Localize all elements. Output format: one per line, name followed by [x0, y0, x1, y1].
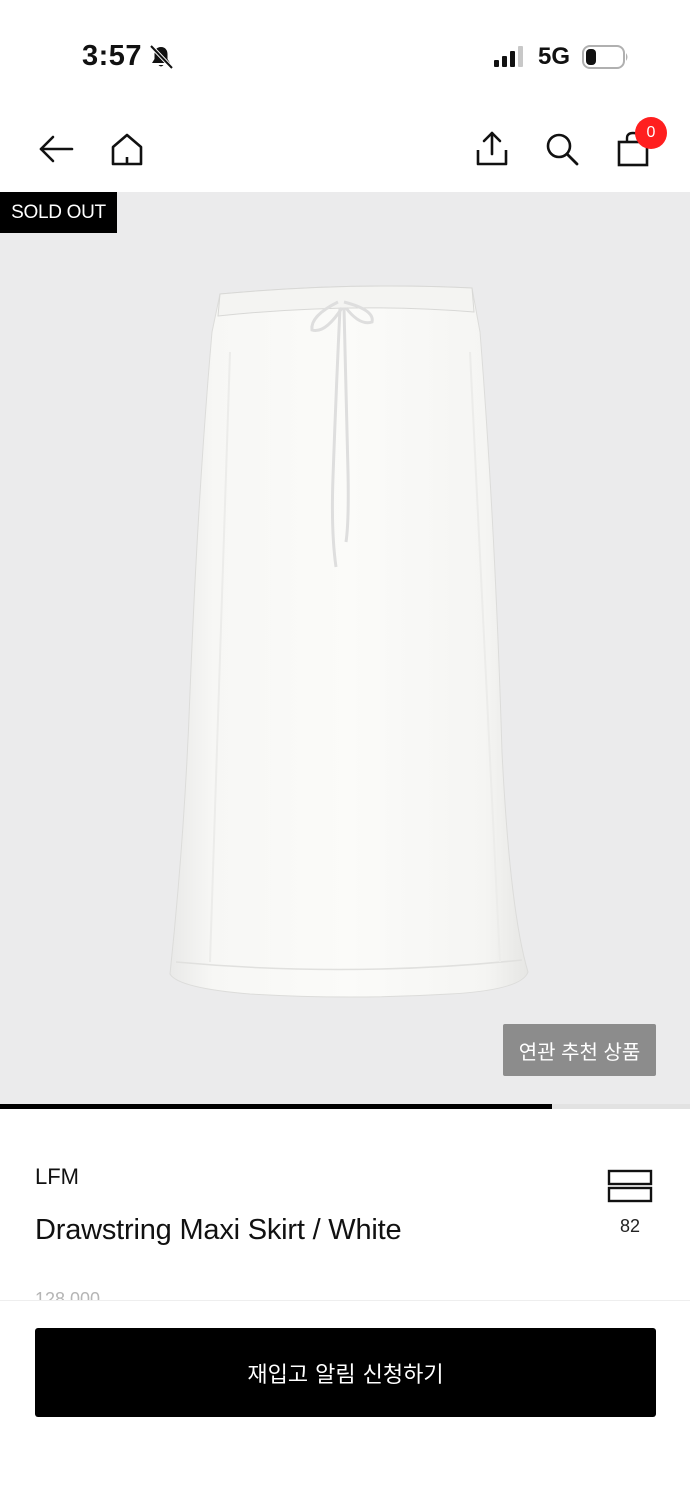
arrow-left-icon — [39, 135, 74, 163]
restock-alert-button[interactable]: 재입고 알림 신청하기 — [35, 1328, 656, 1417]
home-icon — [111, 133, 143, 166]
brand-name[interactable]: LFM — [35, 1164, 79, 1190]
back-button[interactable] — [32, 125, 80, 173]
share-icon — [476, 131, 508, 166]
gallery-progress-bar — [0, 1104, 690, 1109]
wishlist-count: 82 — [619, 1216, 641, 1236]
bell-muted-icon — [149, 44, 174, 70]
search-button[interactable] — [538, 125, 586, 173]
sold-out-badge: SOLD OUT — [0, 192, 117, 233]
nav-bar — [0, 110, 690, 192]
cart-count-badge: 0 — [635, 117, 667, 149]
wishlist-stack-icon[interactable] — [607, 1169, 653, 1203]
bottom-action-bar: 재입고 알림 신청하기 — [0, 1300, 690, 1500]
gallery-progress-fill — [0, 1104, 552, 1109]
product-photo-skirt — [169, 285, 529, 998]
battery-icon — [582, 45, 628, 69]
product-image[interactable]: SOLD OUT 연관 추천 상품 — [0, 192, 690, 1104]
status-time: 3:57 — [82, 40, 143, 72]
share-button[interactable] — [468, 125, 516, 173]
signal-icon — [494, 46, 523, 67]
status-bar: 3:57 5G — [0, 0, 690, 110]
home-button[interactable] — [103, 125, 151, 173]
search-icon — [546, 133, 579, 166]
network-label: 5G — [538, 43, 571, 70]
product-title: Drawstring Maxi Skirt / White — [35, 1214, 402, 1246]
related-products-button[interactable]: 연관 추천 상품 — [503, 1024, 656, 1076]
price: 128,000 — [35, 1289, 101, 1300]
